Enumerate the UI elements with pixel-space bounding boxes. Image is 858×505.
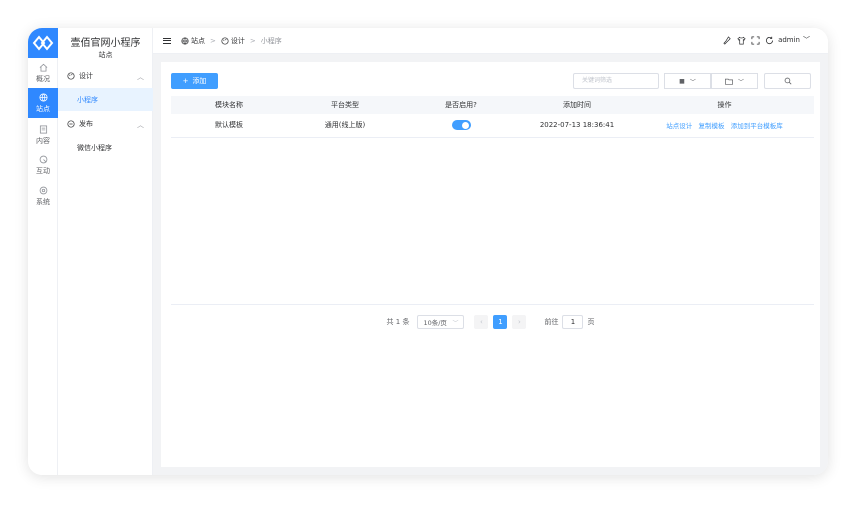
publish-icon: [67, 120, 75, 128]
breadcrumb-separator: >: [249, 36, 256, 45]
add-button-label: 添加: [192, 77, 207, 85]
table-header-row: 模块名称 平台类型 是否启用? 添加时间 操作: [171, 96, 814, 114]
cell-added-time: 2022-07-13 18:36:41: [519, 114, 635, 138]
next-page-button[interactable]: ›: [512, 315, 527, 329]
view-toggle-button[interactable]: ■ ﹀: [664, 73, 711, 89]
app-subtitle: 站点: [98, 51, 113, 59]
app-window: 概况 站点 内容 互动 系统 壹佰官网小程序 站点 设计 ︿ 小程序 发布 ︿ …: [28, 28, 828, 475]
page-size-select[interactable]: 10条/页 ﹀: [417, 315, 465, 329]
enabled-toggle[interactable]: [451, 120, 471, 131]
copy-template-link[interactable]: 复制模板: [699, 122, 725, 130]
menu-toggle-icon[interactable]: [163, 37, 171, 44]
breadcrumb: 站点 > 设计 > 小程序: [181, 36, 282, 46]
column-header: 添加时间: [519, 96, 635, 114]
nav-item-wechat-miniprogram[interactable]: 微信小程序: [58, 136, 153, 159]
chevron-up-icon: ︿: [137, 73, 144, 81]
logo-icon: [32, 35, 54, 51]
rail-item-interact[interactable]: 互动: [28, 150, 58, 180]
main-content: + 添加 关键词筛选 ■ ﹀ ﹀ 模块名称 平台类型 是否启用? 添加时间 操作…: [153, 54, 828, 475]
rail-item-label: 概况: [36, 74, 50, 83]
breadcrumb-separator: >: [210, 36, 216, 45]
chevron-down-icon: ﹀: [737, 78, 744, 86]
search-button[interactable]: [764, 73, 811, 89]
palette-icon: [221, 36, 229, 45]
search-input[interactable]: 关键词筛选: [573, 73, 659, 89]
fullscreen-icon[interactable]: [751, 35, 760, 45]
sub-navigation: 壹佰官网小程序 站点 设计 ︿ 小程序 发布 ︿ 微信小程序: [58, 28, 153, 475]
page-size-value: 10条/页: [423, 319, 447, 327]
rail-item-overview[interactable]: 概况: [28, 58, 58, 88]
globe-icon: [38, 92, 48, 102]
prev-page-button[interactable]: ‹: [474, 315, 489, 329]
table-row: 默认模板 通用(线上版) 2022-07-13 18:36:41 站点设计 复制…: [171, 114, 814, 138]
page-number-current[interactable]: 1: [493, 315, 508, 329]
interact-icon: [39, 155, 47, 163]
palette-icon: [67, 72, 75, 80]
chevron-down-icon[interactable]: ﹀: [803, 35, 810, 45]
rail-item-label: 系统: [36, 197, 50, 206]
module-table: 模块名称 平台类型 是否启用? 添加时间 操作 默认模板 通用(线上版) 202…: [171, 96, 814, 138]
top-bar: 站点 > 设计 > 小程序 admin ﹀: [153, 28, 828, 54]
nav-item-miniprogram[interactable]: 小程序: [58, 88, 153, 111]
refresh-icon[interactable]: [765, 36, 774, 45]
folder-filter-button[interactable]: ﹀: [711, 73, 758, 89]
breadcrumb-item[interactable]: 站点: [191, 36, 205, 46]
shirt-icon[interactable]: [737, 36, 746, 45]
nav-item-label: 小程序: [77, 95, 98, 104]
goto-page-input[interactable]: 1: [562, 315, 584, 329]
chevron-down-icon: ﹀: [452, 319, 459, 327]
app-title: 壹佰官网小程序: [70, 38, 141, 49]
plus-icon: +: [182, 77, 189, 85]
settings-icon: [39, 186, 47, 194]
column-header: 是否启用?: [403, 96, 519, 114]
cell-actions: 站点设计 复制模板 添加到平台模板库: [635, 114, 814, 138]
content-icon: [39, 124, 47, 134]
cell-module-name: 默认模板: [171, 114, 287, 138]
chevron-up-icon: ︿: [137, 121, 144, 129]
rail-item-label: 互动: [36, 166, 50, 175]
icon-rail: 概况 站点 内容 互动 系统: [28, 28, 58, 475]
rail-item-label: 内容: [36, 136, 50, 145]
search-icon: [784, 77, 791, 85]
cell-platform-type: 通用(线上版): [287, 114, 403, 138]
column-header: 模块名称: [171, 96, 287, 114]
logo: [28, 28, 58, 58]
rail-item-label: 站点: [36, 104, 50, 113]
column-header: 平台类型: [287, 96, 403, 114]
pagination-total: 共 1 条: [386, 318, 410, 326]
breadcrumb-item[interactable]: 设计: [231, 36, 245, 46]
site-design-link[interactable]: 站点设计: [666, 122, 692, 130]
cell-enabled: [403, 114, 519, 138]
pagination-divider: [171, 304, 814, 305]
add-to-platform-library-link[interactable]: 添加到平台模板库: [731, 122, 783, 130]
grid-icon: ■: [679, 77, 685, 85]
content-card: + 添加 关键词筛选 ■ ﹀ ﹀ 模块名称 平台类型 是否启用? 添加时间 操作…: [161, 62, 820, 467]
nav-group-label: 设计: [79, 72, 93, 80]
broom-icon[interactable]: [723, 35, 732, 45]
rail-item-content[interactable]: 内容: [28, 120, 58, 150]
globe-icon: [181, 36, 189, 45]
breadcrumb-current: 小程序: [260, 36, 282, 45]
folder-icon: [725, 78, 733, 85]
rail-item-site[interactable]: 站点: [28, 88, 58, 118]
pagination: 共 1 条 10条/页 ﹀ ‹ 1 › 前往 1 页: [161, 315, 820, 329]
user-menu[interactable]: admin: [778, 36, 800, 44]
column-header: 操作: [635, 96, 814, 114]
home-icon: [39, 63, 47, 72]
header-actions: admin ﹀: [718, 35, 810, 45]
goto-label: 前往: [544, 318, 559, 326]
nav-group-publish[interactable]: 发布 ︿: [58, 114, 153, 134]
page-unit-label: 页: [587, 318, 595, 326]
chevron-down-icon: ﹀: [689, 78, 696, 86]
nav-group-label: 发布: [79, 120, 93, 128]
nav-group-design[interactable]: 设计 ︿: [58, 66, 153, 86]
add-button[interactable]: + 添加: [171, 73, 218, 89]
nav-item-label: 微信小程序: [77, 143, 112, 152]
rail-item-system[interactable]: 系统: [28, 181, 58, 211]
